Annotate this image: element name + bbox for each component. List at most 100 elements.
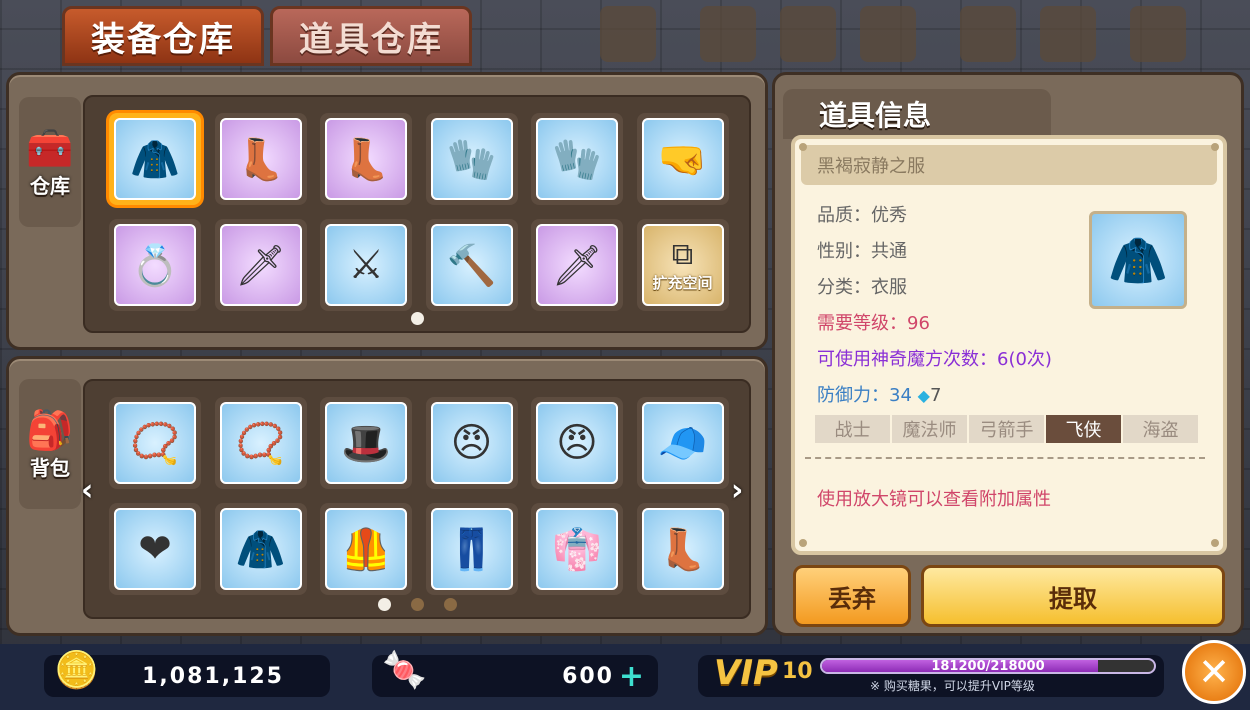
bag-slot[interactable]: ❤	[109, 503, 201, 595]
bag-page-dots	[85, 598, 749, 611]
bag-item-icon: 👢	[641, 508, 724, 590]
candy-counter: 🍬 600 +	[372, 650, 658, 697]
bag-slot[interactable]: 🎩	[320, 397, 412, 489]
item-info-title: 道具信息	[783, 89, 1051, 139]
job-tag: 战士	[815, 415, 890, 443]
prev-page-arrow-icon[interactable]: ‹	[81, 473, 93, 508]
warehouse-slot[interactable]: 🔨	[425, 219, 518, 311]
book-icon	[1130, 6, 1186, 62]
warehouse-item-icon: 🧤	[536, 118, 618, 200]
tab-equipment-warehouse[interactable]: 装备仓库	[62, 6, 264, 66]
warehouse-slot[interactable]: 🧥	[109, 113, 201, 205]
bag-slot[interactable]: 📿	[214, 397, 307, 489]
gold-amount: 1,081,125	[142, 663, 284, 689]
job-tag: 海盗	[1123, 415, 1198, 443]
tab-item-warehouse[interactable]: 道具仓库	[270, 6, 472, 66]
bag-panel: 🎒 背包 📿 📿 🎩 😠 😠 🧢 ❤ 🧥 🦺 👖 👘 👢 ‹ ›	[6, 356, 768, 636]
page-dot[interactable]	[410, 598, 424, 611]
bag-slot[interactable]: 😠	[531, 397, 623, 489]
vip-status[interactable]: VIP 10 181200/218000 ※ 购买糖果，可以提升VIP等级	[698, 653, 1164, 697]
candy-amount: 600	[562, 663, 614, 689]
bag-item-icon: 📿	[114, 402, 196, 484]
bag-slot[interactable]: 👢	[636, 503, 729, 595]
vip-level: 10	[782, 659, 813, 684]
corner-rivet	[799, 143, 807, 151]
warehouse-item-icon: 🧥	[114, 118, 196, 200]
bag-item-icon: 🦺	[325, 508, 407, 590]
signboard-icon	[780, 6, 836, 62]
bag-item-icon: ❤	[114, 508, 196, 590]
warehouse-slot[interactable]: 🗡	[214, 219, 307, 311]
warehouse-slot[interactable]: 🤜	[636, 113, 729, 205]
warehouse-item-icon: 🗡	[219, 224, 302, 306]
item-quality: 品质：优秀	[817, 205, 907, 226]
discard-button[interactable]: 丢弃	[793, 565, 911, 627]
bag-slot[interactable]: 🧥	[214, 503, 307, 595]
job-tag: 魔法师	[892, 415, 967, 443]
corner-rivet	[1211, 143, 1219, 151]
vip-logo: VIP	[714, 653, 778, 693]
bag-item-icon: 📿	[219, 402, 302, 484]
warehouse-item-icon: 🔨	[430, 224, 513, 306]
gold-coin-icon: 🪙	[54, 650, 99, 691]
bag-slot[interactable]: 👘	[531, 503, 623, 595]
item-cube-uses: 可使用神奇魔方次数：6(0次)	[817, 349, 1052, 370]
warehouse-page-dots	[85, 312, 749, 325]
bag-item-icon: 🧢	[641, 402, 724, 484]
warehouse-grid: 🧥 👢 👢 🧤 🧤 🤜 💍 🗡 ⚔ 🔨 🗡 ⧉ 扩充空间	[109, 113, 729, 311]
expand-space-button[interactable]: ⧉ 扩充空间	[636, 219, 729, 311]
warehouse-item-icon: 🤜	[641, 118, 724, 200]
corner-rivet	[799, 539, 807, 547]
warehouse-side-tab[interactable]: 🧰 仓库	[19, 97, 81, 227]
bag-item-icon: 😠	[430, 402, 513, 484]
bag-slot[interactable]: 😠	[425, 397, 518, 489]
bag-side-tab[interactable]: 🎒 背包	[19, 379, 81, 509]
bag-slot[interactable]: 👖	[425, 503, 518, 595]
item-info-panel: 道具信息 黑褐寂静之服 品质：优秀 性别：共通 分类：衣服 需要等级：96 可使…	[772, 72, 1244, 636]
warehouse-slot[interactable]: 👢	[320, 113, 412, 205]
warehouse-slot[interactable]: 👢	[214, 113, 307, 205]
bag-item-icon: 😠	[536, 402, 618, 484]
bag-slot[interactable]: 🦺	[320, 503, 412, 595]
expand-space-icon: ⧉	[671, 237, 694, 272]
warehouse-item-icon: 🧤	[430, 118, 513, 200]
item-level-requirement: 需要等级：96	[817, 313, 930, 334]
defense-value: 防御力：34	[817, 385, 912, 406]
npc-icon	[860, 6, 916, 62]
warehouse-side-label: 仓库	[30, 173, 70, 198]
candy-shop-icon	[600, 6, 656, 62]
bag-item-icon: 👘	[536, 508, 618, 590]
corner-rivet	[1211, 539, 1219, 547]
magnifier-hint: 使用放大镜可以查看附加属性	[817, 489, 1051, 510]
warehouse-slot[interactable]: ⚔	[320, 219, 412, 311]
chest-icon	[960, 6, 1016, 62]
gold-counter: 🪙 1,081,125	[44, 650, 330, 697]
gem-icon: ◆	[917, 386, 930, 405]
warehouse-slot[interactable]: 🧤	[531, 113, 623, 205]
page-dot[interactable]	[377, 598, 391, 611]
job-tag: 弓箭手	[969, 415, 1044, 443]
close-icon[interactable]: ✕	[1182, 640, 1246, 704]
bag-item-icon: 🧥	[219, 508, 302, 590]
extract-button[interactable]: 提取	[921, 565, 1225, 627]
vip-note: ※ 购买糖果，可以提升VIP等级	[870, 679, 1035, 693]
map-icon	[1040, 6, 1096, 62]
warehouse-slot[interactable]: 🧤	[425, 113, 518, 205]
defense-bonus: 7	[929, 385, 942, 406]
page-dot[interactable]	[410, 312, 424, 325]
warehouse-panel: 🧰 仓库 🧥 👢 👢 🧤 🧤 🤜 💍 🗡 ⚔ 🔨 🗡 ⧉ 扩充空间	[6, 72, 768, 350]
bag-slot[interactable]: 📿	[109, 397, 201, 489]
page-dot[interactable]	[443, 598, 457, 611]
job-tag: 飞侠	[1046, 415, 1121, 443]
item-name: 黑褐寂静之服	[801, 145, 1217, 185]
warehouse-slot[interactable]: 🗡	[531, 219, 623, 311]
item-preview-icon: 🧥	[1089, 211, 1187, 309]
add-candy-plus-icon[interactable]: +	[619, 659, 644, 694]
warehouse-slot[interactable]: 💍	[109, 219, 201, 311]
bag-slot[interactable]: 🧢	[636, 397, 729, 489]
next-page-arrow-icon[interactable]: ›	[731, 473, 743, 508]
expand-icon: ⧉ 扩充空间	[641, 224, 724, 306]
warehouse-item-icon: 🗡	[536, 224, 618, 306]
item-category: 分类：衣服	[817, 277, 907, 298]
divider	[805, 457, 1205, 459]
